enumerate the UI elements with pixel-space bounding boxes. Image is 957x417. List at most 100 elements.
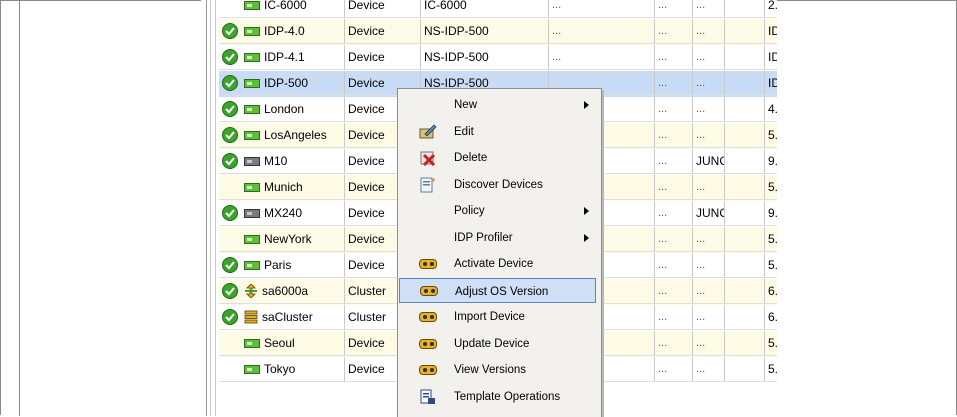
menu-item-view-versions[interactable]: View Versions <box>398 357 599 383</box>
device-version-cell: 2.2 <box>765 0 777 18</box>
device-os-cell: ... <box>693 97 725 122</box>
device-col-8-cell <box>725 123 765 148</box>
submenu-arrow-icon <box>584 101 589 109</box>
menu-item-idp-profiler[interactable]: IDP Profiler <box>398 225 599 251</box>
table-row[interactable]: IDP-4.1 DeviceNS-IDP-500......... IDP <box>219 45 777 71</box>
device-icon <box>244 131 260 140</box>
status-cell <box>219 19 241 44</box>
device-name: London <box>264 102 305 116</box>
status-cell <box>219 357 241 382</box>
device-name-cell: LosAngeles <box>241 123 345 148</box>
status-cell <box>219 227 241 252</box>
device-version-cell: 5.0 <box>765 227 777 252</box>
device-type-cell: Device <box>345 19 421 44</box>
device-version-cell: 6.2 <box>765 305 777 330</box>
device-version-cell: IDP <box>765 45 777 70</box>
device-col-5-cell: ... <box>549 19 655 44</box>
device-name-cell: IC-6000 <box>241 0 345 18</box>
table-row[interactable]: IDP-4.0 DeviceNS-IDP-500......... IDP <box>219 19 777 45</box>
device-os-cell: ... <box>693 71 725 96</box>
device-col-5-cell: ... <box>549 0 655 18</box>
check-icon <box>222 153 238 169</box>
status-cell <box>219 331 241 356</box>
device-icon <box>244 209 260 218</box>
device-type-cell: Device <box>345 45 421 70</box>
device-col-8-cell <box>725 45 765 70</box>
status-cell <box>219 175 241 200</box>
device-os-cell: ... <box>693 123 725 148</box>
panel-border-left <box>206 0 207 416</box>
device-os-cell: ... <box>693 45 725 70</box>
menu-item-activate-device[interactable]: Activate Device <box>398 251 599 277</box>
menu-item-label: Edit <box>454 125 474 138</box>
menu-item-label: Activate Device <box>454 258 534 270</box>
delete-icon <box>419 150 437 167</box>
context-menu: New Edit Delete Discover Devices Policy IDP P… <box>397 88 602 417</box>
device-version-cell: 4.0 <box>765 97 777 122</box>
menu-item-adjust-os-version[interactable]: Adjust OS Version <box>399 277 596 303</box>
menu-item-delete[interactable]: Delete <box>398 145 599 171</box>
panel-border-inner-2 <box>215 0 216 416</box>
status-cell <box>219 123 241 148</box>
device-version-cell: 9.3 <box>765 201 777 226</box>
device-version-cell: IDP <box>765 19 777 44</box>
check-icon <box>222 283 238 299</box>
menu-item-label: View Versions <box>454 364 527 376</box>
device-version-cell: 5.0 <box>765 123 777 148</box>
device-name: sa6000a <box>262 284 309 298</box>
device-name-cell: IDP-4.0 <box>241 19 345 44</box>
menu-item-import-device[interactable]: Import Device <box>398 304 599 330</box>
menu-item-template-operations[interactable]: Template Operations <box>398 384 599 410</box>
device-col-8-cell <box>725 357 765 382</box>
menu-item-edit[interactable]: Edit <box>398 119 599 145</box>
device-name-cell: London <box>241 97 345 122</box>
discover-icon <box>419 177 437 193</box>
device-os-cell: ... <box>693 0 725 18</box>
cluster-icon <box>244 282 258 299</box>
device-name: LosAngeles <box>264 128 327 142</box>
device-os-cell: ... <box>693 357 725 382</box>
menu-item-new[interactable]: New <box>398 92 599 118</box>
device-name: Munich <box>264 180 303 194</box>
device-icon <box>244 235 260 244</box>
status-cell <box>219 0 241 18</box>
check-icon <box>222 309 238 325</box>
device-version-cell: 5.0 <box>765 331 777 356</box>
template-icon <box>419 389 437 405</box>
menu-item-policy[interactable]: Policy <box>398 198 599 224</box>
check-icon <box>222 23 238 39</box>
device-os-cell: ... <box>693 175 725 200</box>
device-col-6-cell: ... <box>655 45 693 70</box>
table-row[interactable]: IC-6000DeviceIC-6000.........2.2 <box>219 0 777 19</box>
cluster-icon <box>244 308 258 324</box>
device-col-8-cell <box>725 227 765 252</box>
device-os-cell: ... <box>693 253 725 278</box>
gear-icon <box>419 362 437 378</box>
frame-divider <box>19 0 20 416</box>
device-name: Tokyo <box>264 362 296 376</box>
device-name-cell: IDP-4.1 <box>241 45 345 70</box>
check-icon <box>222 127 238 143</box>
device-icon <box>244 183 260 192</box>
device-col-8-cell <box>725 201 765 226</box>
device-name: saCluster <box>262 310 313 324</box>
device-version-cell: 6.2 <box>765 279 777 304</box>
device-name: NewYork <box>264 232 312 246</box>
device-icon <box>244 53 260 62</box>
check-icon <box>222 101 238 117</box>
device-name-cell: Tokyo <box>241 357 345 382</box>
menu-item-label: Delete <box>454 152 488 164</box>
device-version-cell: 9.3 <box>765 149 777 174</box>
menu-item-label: Discover Devices <box>454 178 543 191</box>
device-icon <box>244 79 260 88</box>
menu-item-discover-devices[interactable]: Discover Devices <box>398 172 599 198</box>
submenu-arrow-icon <box>584 233 589 242</box>
status-cell <box>219 149 241 174</box>
device-version-cell: 5.0 <box>765 357 777 382</box>
menu-item-update-device[interactable]: Update Device <box>398 331 599 357</box>
device-name-cell: IDP-500 <box>241 71 345 96</box>
device-col-8-cell <box>725 253 765 278</box>
device-col-8-cell <box>725 331 765 356</box>
menu-item-label: Policy <box>454 205 485 217</box>
device-col-8-cell <box>725 97 765 122</box>
